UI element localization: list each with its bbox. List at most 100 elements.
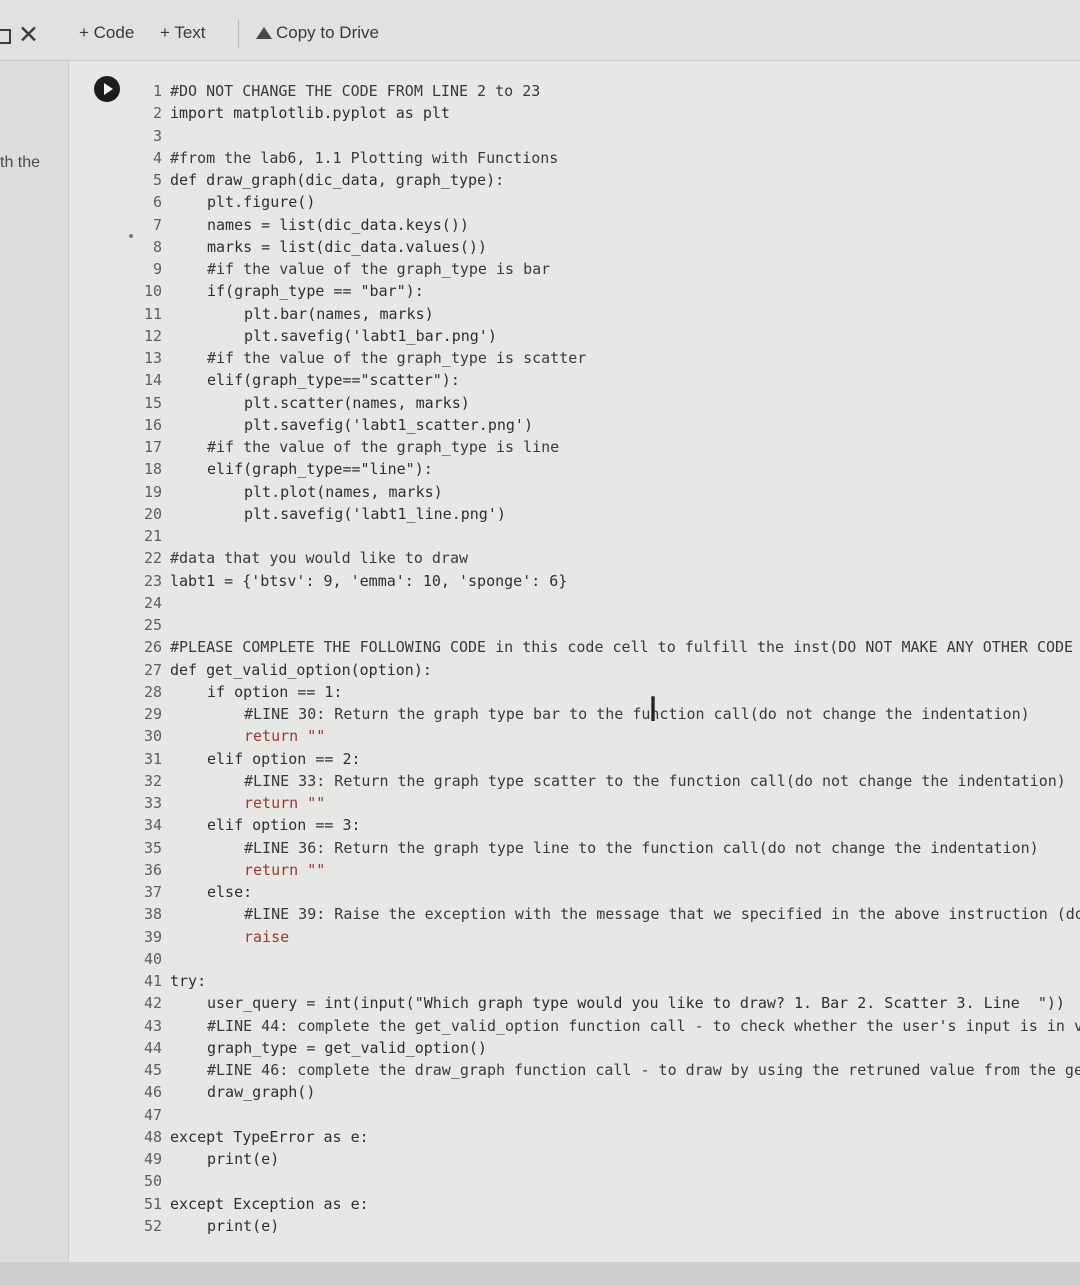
code-line[interactable]: 15 plt.scatter(names, marks)	[140, 392, 1080, 414]
code-line[interactable]: 20 plt.savefig('labt1_line.png')	[140, 503, 1080, 525]
code-line[interactable]: 19 plt.plot(names, marks)	[140, 481, 1080, 503]
line-number: 35	[143, 838, 162, 857]
code-line[interactable]: 42 user_query = int(input("Which graph ty…	[140, 992, 1080, 1014]
code-text: import matplotlib.pyplot as plt	[170, 104, 450, 123]
code-line[interactable]: 16 plt.savefig('labt1_scatter.png')	[140, 414, 1080, 436]
code-line[interactable]: 32 #LINE 33: Return the graph type scatte…	[140, 770, 1080, 792]
code-line[interactable]: 43 #LINE 44: complete the get_valid_optio…	[140, 1015, 1080, 1037]
code-text: def get_valid_option(option):	[170, 660, 432, 679]
code-text: marks = list(dic_data.values())	[207, 237, 487, 256]
code-text: user_query = int(input("Which graph type…	[207, 994, 1065, 1013]
code-line[interactable]: 17 #if the value of the graph_type is lin…	[140, 436, 1080, 458]
code-line[interactable]: 12 plt.savefig('labt1_bar.png')	[140, 325, 1080, 347]
code-text: #LINE 36: Return the graph type line to …	[244, 838, 1039, 857]
line-number: 1	[152, 82, 162, 100]
code-line[interactable]: 4 #from the lab6, 1.1 Plotting with Funct…	[140, 147, 1080, 169]
code-line[interactable]: 49 print(e)	[140, 1148, 1080, 1170]
line-number: 49	[143, 1150, 162, 1168]
code-line[interactable]: 52 print(e)	[140, 1215, 1080, 1237]
run-cell-button[interactable]	[94, 76, 120, 102]
line-number: 11	[143, 304, 162, 323]
line-number: 41	[143, 972, 162, 990]
code-line[interactable]: 40	[140, 948, 1080, 970]
add-text-button[interactable]: + Text	[160, 22, 206, 44]
code-line[interactable]: 46 draw_graph()	[140, 1081, 1080, 1103]
code-line[interactable]: 41 try:	[140, 970, 1080, 992]
line-number: 28	[143, 682, 162, 701]
copy-to-drive-button[interactable]: Copy to Drive	[256, 22, 379, 44]
close-icon[interactable]: ✕	[18, 21, 39, 49]
code-line[interactable]: 27 def get_valid_option(option):	[140, 659, 1080, 681]
code-line[interactable]: 14 elif(graph_type=="scatter"):	[140, 369, 1080, 391]
line-number: 16	[143, 415, 162, 434]
code-line[interactable]: 1 #DO NOT CHANGE THE CODE FROM LINE 2 to …	[140, 80, 1080, 102]
code-line[interactable]: 22 #data that you would like to draw	[140, 547, 1080, 569]
code-line[interactable]: 38 #LINE 39: Raise the exception with the…	[140, 903, 1080, 925]
line-number: 45	[143, 1061, 162, 1079]
line-number: 47	[143, 1105, 162, 1124]
line-number: 17	[143, 438, 162, 456]
code-line[interactable]: 2 import matplotlib.pyplot as plt	[140, 102, 1080, 124]
code-line[interactable]: 11 plt.bar(names, marks)	[140, 303, 1080, 325]
line-number: 39	[143, 927, 162, 946]
code-line[interactable]: 30 return ""	[140, 725, 1080, 747]
line-number: 19	[143, 482, 162, 501]
line-number: 46	[143, 1083, 162, 1102]
line-number: 14	[143, 371, 162, 390]
panel-toggle-icon[interactable]	[0, 29, 11, 44]
code-line[interactable]: 9 #if the value of the graph_type is bar	[140, 258, 1080, 280]
code-line[interactable]: 44 graph_type = get_valid_option()	[140, 1037, 1080, 1059]
code-cell-editor[interactable]: 1 #DO NOT CHANGE THE CODE FROM LINE 2 to …	[140, 80, 1080, 1237]
code-line[interactable]: 29 #LINE 30: Return the graph type bar to…	[140, 703, 1080, 725]
code-text: return ""	[244, 794, 326, 812]
code-line[interactable]: 51 except Exception as e:	[140, 1193, 1080, 1215]
code-line[interactable]: 36 return ""	[140, 859, 1080, 881]
code-text: elif(graph_type=="line"):	[207, 460, 433, 479]
code-text: names = list(dic_data.keys())	[207, 215, 469, 234]
line-number: 26	[143, 638, 162, 657]
code-line[interactable]: 5 def draw_graph(dic_data, graph_type):	[140, 169, 1080, 191]
code-line[interactable]: 6 plt.figure()	[140, 191, 1080, 213]
code-line[interactable]: 47	[140, 1104, 1080, 1126]
code-line[interactable]: 7 names = list(dic_data.keys())	[140, 214, 1080, 236]
line-number: 27	[143, 660, 162, 679]
line-number: 18	[143, 460, 162, 479]
code-line[interactable]: 31 elif option == 2:	[140, 748, 1080, 770]
code-line[interactable]: 35 #LINE 36: Return the graph type line t…	[140, 837, 1080, 859]
code-line[interactable]: 28 if option == 1:	[140, 681, 1080, 703]
code-line[interactable]: 24	[140, 592, 1080, 614]
line-number: 4	[152, 148, 162, 167]
code-text: def draw_graph(dic_data, graph_type):	[170, 171, 505, 189]
code-line[interactable]: 8 marks = list(dic_data.values())	[140, 236, 1080, 258]
code-text: elif(graph_type=="scatter"):	[207, 371, 460, 390]
code-line[interactable]: 18 elif(graph_type=="line"):	[140, 458, 1080, 480]
code-text: plt.savefig('labt1_scatter.png')	[244, 415, 533, 434]
code-text: except TypeError as e:	[170, 1127, 369, 1146]
line-number: 42	[143, 994, 162, 1013]
code-text: print(e)	[207, 1216, 280, 1235]
bottom-bar	[0, 1262, 1080, 1285]
code-line[interactable]: 50	[140, 1170, 1080, 1192]
add-code-button[interactable]: + Code	[79, 22, 134, 44]
code-line[interactable]: 45 #LINE 46: complete the draw_graph func…	[140, 1059, 1080, 1081]
code-line[interactable]: 26 #PLEASE COMPLETE THE FOLLOWING CODE in…	[140, 636, 1080, 658]
code-line[interactable]: 34 elif option == 3:	[140, 814, 1080, 836]
code-line[interactable]: 23 labt1 = {'btsv': 9, 'emma': 10, 'spong…	[140, 570, 1080, 592]
code-text: elif option == 2:	[207, 749, 361, 768]
code-line[interactable]: 48 except TypeError as e:	[140, 1126, 1080, 1148]
line-marker-dot	[129, 234, 133, 238]
code-line[interactable]: 37 else:	[140, 881, 1080, 903]
code-line[interactable]: 39 raise	[140, 926, 1080, 948]
code-text: #if the value of the graph_type is scatt…	[207, 349, 587, 367]
line-number: 3	[152, 126, 162, 145]
code-text: #DO NOT CHANGE THE CODE FROM LINE 2 to 2…	[170, 82, 541, 100]
code-line[interactable]: 33 return ""	[140, 792, 1080, 814]
code-line[interactable]: 21	[140, 525, 1080, 547]
code-text: return ""	[244, 727, 326, 746]
toolbar-divider	[238, 20, 239, 48]
code-line[interactable]: 13 #if the value of the graph_type is sca…	[140, 347, 1080, 369]
code-line[interactable]: 10 if(graph_type == "bar"):	[140, 280, 1080, 302]
code-line[interactable]: 3	[140, 125, 1080, 147]
code-line[interactable]: 25	[140, 614, 1080, 636]
line-number: 31	[143, 749, 162, 768]
